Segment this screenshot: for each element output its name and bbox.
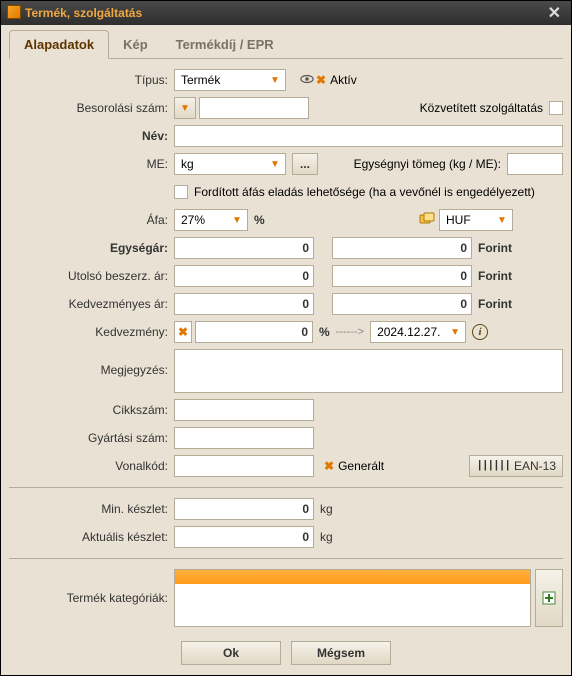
label-gyartasi: Gyártási szám: (9, 431, 174, 445)
tab-termekdij[interactable]: Termékdíj / EPR (162, 31, 288, 58)
label-besorolasi: Besorolási szám: (9, 101, 174, 115)
label-egysegar: Egységár: (9, 241, 174, 255)
besorolasi-input[interactable] (199, 97, 309, 119)
utolso-input[interactable] (174, 265, 314, 287)
cancel-button[interactable]: Mégsem (291, 641, 391, 665)
label-kozvetitett: Közvetített szolgáltatás (420, 101, 543, 115)
label-cikkszam: Cikkszám: (9, 403, 174, 417)
label-aktualis-keszlet: Aktuális készlet: (9, 530, 174, 544)
tipus-combo[interactable]: Termék ▼ (174, 69, 286, 91)
app-icon (7, 5, 21, 22)
min-keszlet-input[interactable] (174, 498, 314, 520)
close-icon[interactable]: ✕ (544, 3, 565, 23)
label-min-keszlet: Min. készlet: (9, 502, 174, 516)
currency-unit: Forint (478, 269, 512, 283)
percent-label: % (254, 213, 265, 227)
label-egysegnyi-tomeg: Egységnyi tömeg (kg / ME): (318, 157, 507, 171)
label-kedvezmeny: Kedvezmény: (9, 325, 174, 339)
tab-kep[interactable]: Kép (109, 31, 162, 58)
kedvezmeny-toggle[interactable]: ✖ (174, 321, 192, 343)
kozvetitett-checkbox[interactable] (549, 101, 563, 115)
kedvezmeny-input[interactable] (195, 321, 313, 343)
currency-unit: Forint (478, 241, 512, 255)
forditott-afa-checkbox[interactable] (174, 185, 188, 199)
currency-combo[interactable]: HUF ▼ (439, 209, 513, 231)
me-unit-2: kg (320, 530, 333, 544)
generalt-checkbox[interactable]: ✖ (322, 459, 336, 473)
kedv-ar2-input[interactable] (332, 293, 472, 315)
eye-icon (300, 72, 314, 89)
label-tipus: Típus: (9, 73, 174, 87)
currency-icon (419, 212, 435, 229)
chevron-down-icon: ▼ (229, 215, 245, 226)
kedvezmeny-date[interactable]: 2024.12.27. ▼ (370, 321, 466, 343)
chevron-down-icon: ▼ (267, 75, 283, 86)
cikkszam-input[interactable] (174, 399, 314, 421)
label-kedvezmenyes: Kedvezményes ár: (9, 297, 174, 311)
besorolasi-menu-button[interactable]: ▼ (174, 97, 196, 119)
barcode-icon: |||||| (476, 460, 510, 472)
label-afa: Áfa: (9, 213, 174, 227)
gyartasi-input[interactable] (174, 427, 314, 449)
me-combo[interactable]: kg ▼ (174, 153, 286, 175)
chevron-down-icon: ▼ (267, 159, 283, 170)
egysegar2-input[interactable] (332, 237, 472, 259)
window-title: Termék, szolgáltatás (25, 6, 142, 20)
currency-unit: Forint (478, 297, 512, 311)
arrow-to: ------> (336, 326, 364, 338)
title-bar: Termék, szolgáltatás ✕ (1, 1, 571, 25)
percent-label-2: % (319, 325, 330, 339)
label-vonalkod: Vonalkód: (9, 459, 174, 473)
chevron-down-icon: ▼ (447, 327, 463, 338)
list-selection (175, 570, 530, 584)
aktiv-checkbox[interactable]: ✖ (314, 73, 328, 87)
utolso2-input[interactable] (332, 265, 472, 287)
chevron-down-icon: ▼ (494, 215, 510, 226)
kedv-ar-input[interactable] (174, 293, 314, 315)
afa-combo[interactable]: 27% ▼ (174, 209, 248, 231)
label-kategoriak: Termék kategóriák: (9, 591, 174, 605)
ok-button[interactable]: Ok (181, 641, 281, 665)
kategoriak-list[interactable] (174, 569, 531, 627)
label-forditott-afa: Fordított áfás eladás lehetősége (ha a v… (194, 185, 535, 199)
me-unit-1: kg (320, 502, 333, 516)
label-megjegyzes: Megjegyzés: (9, 349, 174, 377)
egysegnyi-tomeg-input[interactable] (507, 153, 563, 175)
vonalkod-input[interactable] (174, 455, 314, 477)
aktualis-keszlet-input[interactable] (174, 526, 314, 548)
label-utolso: Utolsó beszerz. ár: (9, 269, 174, 283)
label-generalt: Generált (338, 459, 384, 473)
add-category-button[interactable] (535, 569, 563, 627)
label-aktiv: Aktív (330, 73, 357, 87)
info-icon[interactable]: i (472, 324, 488, 340)
label-nev: Név: (9, 129, 174, 143)
label-me: ME: (9, 157, 174, 171)
me-details-button[interactable]: ... (292, 153, 318, 175)
tab-bar: Alapadatok Kép Termékdíj / EPR (9, 31, 563, 59)
megjegyzes-input[interactable] (174, 349, 563, 393)
ean13-button[interactable]: |||||| EAN-13 (469, 455, 563, 477)
egysegar-input[interactable] (174, 237, 314, 259)
nev-input[interactable] (174, 125, 563, 147)
tab-alapadatok[interactable]: Alapadatok (9, 30, 109, 59)
dialog-window: Termék, szolgáltatás ✕ Alapadatok Kép Te… (0, 0, 572, 676)
